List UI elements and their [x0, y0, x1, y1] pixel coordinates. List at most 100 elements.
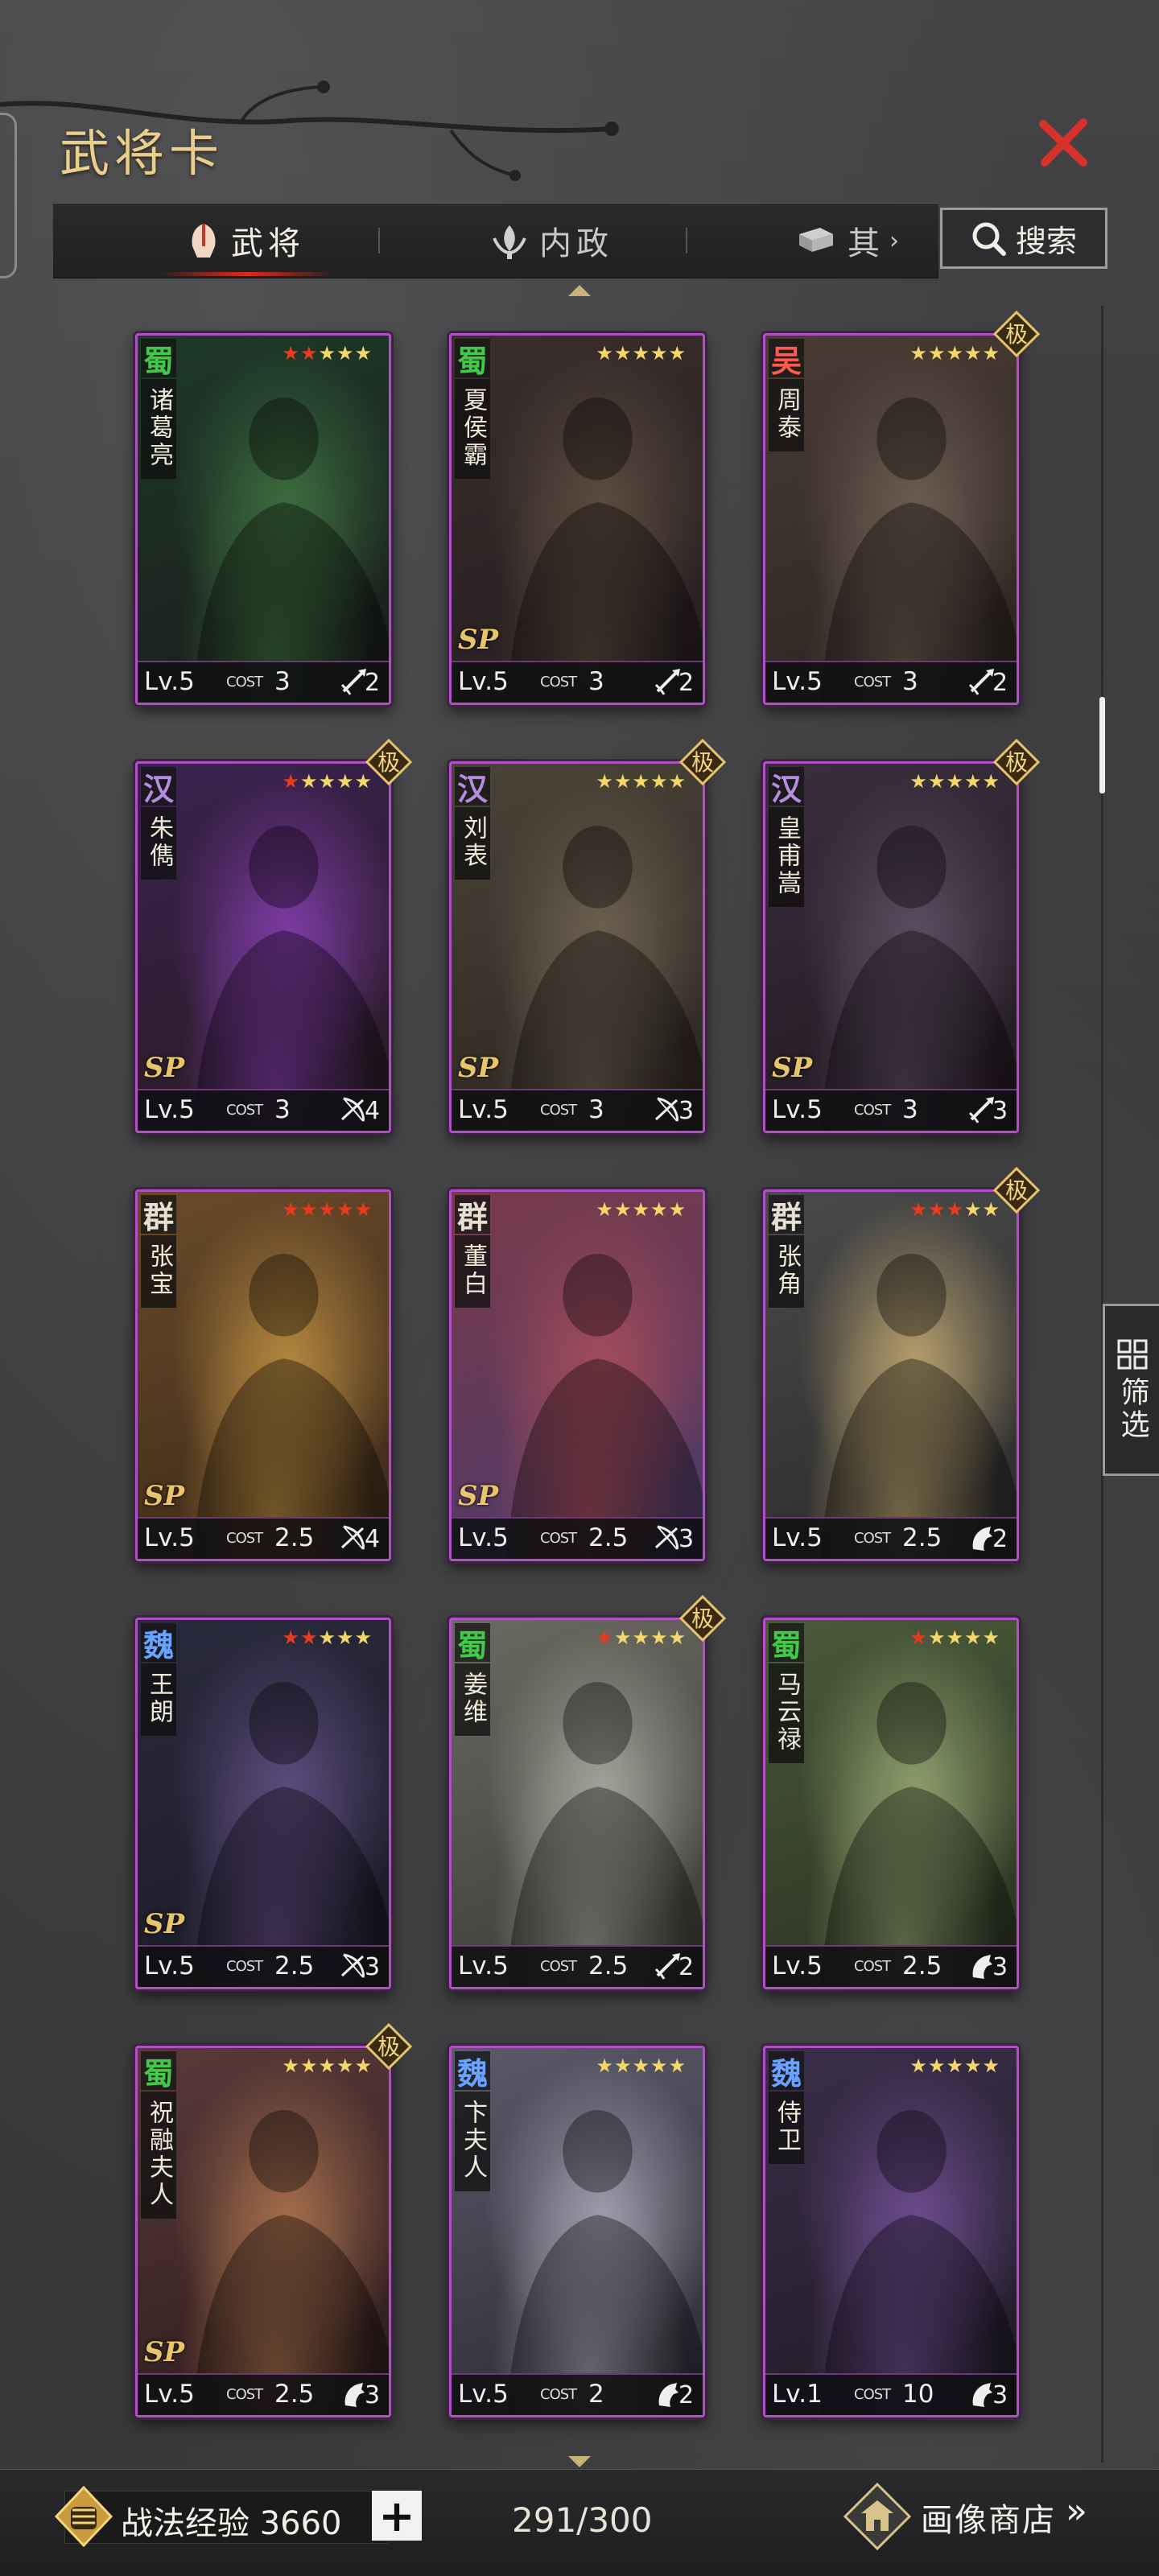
- faction-badge: 蜀: [455, 339, 490, 379]
- card-footer: Lv.5 COST 2.5 3: [452, 1517, 703, 1559]
- cost-label: COST: [226, 1958, 263, 1975]
- star-rating: ★★★★★: [909, 342, 1000, 365]
- ji-badge-icon: 极: [679, 739, 726, 785]
- general-name-bar: 祝融夫人: [141, 2092, 176, 2219]
- card-footer: Lv.5 COST 3 2: [452, 661, 703, 703]
- general-name: 董白: [459, 1243, 487, 1298]
- card-level: Lv.5: [772, 1095, 823, 1124]
- general-card[interactable]: 吴 周泰 ★★★★★ Lv.5 COST 3 2: [763, 333, 1019, 705]
- search-button-label: 搜索: [1015, 223, 1077, 259]
- cost-label: COST: [854, 1958, 891, 1975]
- general-card[interactable]: 汉 朱儁 ★★★★★ SP Lv.5 COST 3 4: [135, 761, 391, 1133]
- add-exp-button[interactable]: +: [372, 2491, 422, 2541]
- cost-label: COST: [540, 1102, 577, 1119]
- ji-badge-icon: 极: [993, 311, 1040, 357]
- faction-badge: 群: [455, 1195, 490, 1235]
- general-card[interactable]: 群 张角 ★★★★★ Lv.5 COST 2.5 2: [763, 1189, 1019, 1561]
- general-card[interactable]: 蜀 马云禄 ★★★★★ Lv.5 COST 2.5 3: [763, 1618, 1019, 1989]
- faction-badge: 魏: [455, 2051, 490, 2092]
- ji-badge-icon: 极: [993, 739, 1040, 785]
- card-level: Lv.5: [144, 1952, 195, 1980]
- filter-button[interactable]: 筛选: [1103, 1304, 1159, 1476]
- cost-value: 3: [902, 1095, 918, 1124]
- star-rating: ★★★★★: [596, 1626, 687, 1649]
- unit-count: 2: [365, 669, 381, 697]
- general-name-bar: 张宝: [141, 1235, 176, 1308]
- faction-badge: 群: [141, 1195, 176, 1235]
- general-card[interactable]: 蜀 祝融夫人 ★★★★★ SP Lv.5 COST 2.5 3: [135, 2046, 391, 2417]
- cost-value: 2.5: [274, 2380, 315, 2409]
- exp-value: 战法经验 3660: [121, 2505, 342, 2542]
- double-chevron-right-icon[interactable]: »: [1066, 2491, 1087, 2532]
- horse-icon: [972, 1955, 992, 1979]
- svg-text:极: 极: [691, 749, 714, 776]
- star-rating: ★★★★★: [282, 2055, 373, 2077]
- general-card[interactable]: 汉 皇甫嵩 ★★★★★ SP Lv.5 COST 3 3: [763, 761, 1019, 1133]
- unit-count: 2: [992, 1525, 1008, 1553]
- general-card[interactable]: 群 董白 ★★★★★ SP Lv.5 COST 2.5 3: [449, 1189, 705, 1561]
- tab-domestic[interactable]: 内政: [456, 204, 649, 278]
- cost-label: COST: [226, 1530, 263, 1547]
- general-card[interactable]: 蜀 姜维 ★★★★★ Lv.5 COST 2.5 2: [449, 1618, 705, 1989]
- general-name: 朱儁: [145, 815, 173, 870]
- horse-icon: [972, 1527, 992, 1551]
- faction-badge: 魏: [141, 1623, 176, 1663]
- card-footer: Lv.5 COST 2.5 4: [138, 1517, 389, 1559]
- card-footer: Lv.5 COST 3 3: [765, 1089, 1017, 1131]
- card-level: Lv.5: [458, 667, 509, 696]
- sp-badge: SP: [144, 2336, 185, 2368]
- close-icon[interactable]: [1037, 116, 1090, 169]
- general-name-bar: 王朗: [141, 1663, 176, 1736]
- tab-other[interactable]: 其 ›: [761, 204, 938, 278]
- bow-icon: [340, 1953, 365, 1978]
- general-card[interactable]: 汉 刘表 ★★★★★ SP Lv.5 COST 3 3: [449, 761, 705, 1133]
- card-footer: Lv.5 COST 2.5 3: [765, 1945, 1017, 1987]
- general-card[interactable]: 群 张宝 ★★★★★ SP Lv.5 COST 2.5 4: [135, 1189, 391, 1561]
- general-card[interactable]: 蜀 夏侯霸 ★★★★★ SP Lv.5 COST 3 2: [449, 333, 705, 705]
- cost-value: 2.5: [274, 1523, 315, 1552]
- faction-badge: 汉: [769, 767, 804, 807]
- general-card[interactable]: 魏 侍卫 ★★★★★ Lv.1 COST 10 3: [763, 2046, 1019, 2417]
- general-name-bar: 周泰: [769, 379, 804, 451]
- portrait-shop-link[interactable]: 画像商店: [921, 2494, 1056, 2541]
- general-name: 姜维: [459, 1671, 487, 1726]
- tab-generals[interactable]: 武将: [150, 204, 343, 278]
- cost-label: COST: [854, 2386, 891, 2403]
- unit-count: 3: [365, 1953, 381, 1981]
- general-name-bar: 侍卫: [769, 2092, 804, 2164]
- shop-icon[interactable]: [842, 2481, 913, 2552]
- general-card[interactable]: 魏 卞夫人 ★★★★★ Lv.5 COST 2 2: [449, 2046, 705, 2417]
- card-footer: Lv.5 COST 2.5 2: [452, 1945, 703, 1987]
- side-handle[interactable]: [0, 113, 17, 278]
- general-name-bar: 诸葛亮: [141, 379, 176, 479]
- sp-badge: SP: [772, 1052, 813, 1084]
- cost-value: 3: [274, 667, 291, 696]
- scrollbar-thumb[interactable]: [1099, 697, 1105, 793]
- card-footer: Lv.5 COST 2.5 3: [138, 1945, 389, 1987]
- cost-value: 3: [588, 667, 604, 696]
- faction-badge: 吴: [769, 339, 804, 379]
- faction-badge: 汉: [455, 767, 490, 807]
- star-rating: ★★★★★: [596, 2055, 687, 2077]
- book-icon: [799, 228, 833, 252]
- star-rating: ★★★★★: [282, 1198, 373, 1221]
- sp-badge: SP: [144, 1052, 185, 1084]
- unit-count: 3: [365, 2381, 381, 2409]
- cost-label: COST: [226, 1102, 263, 1119]
- unit-count: 3: [678, 1525, 695, 1553]
- ji-badge-icon: 极: [679, 1595, 726, 1642]
- card-level: Lv.5: [458, 2380, 509, 2409]
- ji-badge-icon: 极: [365, 739, 412, 785]
- star-rating: ★★★★★: [909, 1198, 1000, 1221]
- search-button[interactable]: 搜索: [940, 208, 1107, 269]
- unit-count: 2: [678, 669, 695, 697]
- general-card[interactable]: 蜀 诸葛亮 ★★★★★ Lv.5 COST 3 2: [135, 333, 391, 705]
- star-rating: ★★★★★: [282, 770, 373, 793]
- general-name-bar: 刘表: [455, 807, 490, 880]
- spear-icon: [654, 1953, 680, 1980]
- cost-label: COST: [854, 1102, 891, 1119]
- spear-icon: [340, 669, 366, 695]
- general-card[interactable]: 魏 王朗 ★★★★★ SP Lv.5 COST 2.5 3: [135, 1618, 391, 1989]
- svg-text:极: 极: [377, 749, 400, 776]
- general-name-bar: 朱儁: [141, 807, 176, 880]
